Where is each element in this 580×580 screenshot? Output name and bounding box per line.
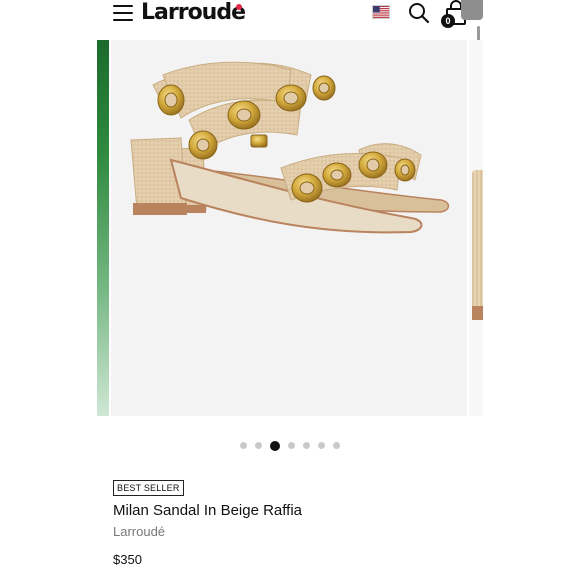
pagination-dot[interactable] bbox=[303, 442, 310, 450]
next-slide-shoe bbox=[472, 170, 483, 320]
search-icon[interactable] bbox=[408, 2, 430, 24]
product-price: $350 bbox=[113, 552, 142, 567]
header-grey-tab bbox=[461, 0, 483, 20]
best-seller-badge: BEST SELLER bbox=[113, 480, 184, 496]
menu-icon[interactable] bbox=[113, 5, 133, 23]
previous-slide-peek[interactable] bbox=[97, 40, 109, 416]
product-image-gallery[interactable] bbox=[97, 40, 483, 416]
us-flag-icon[interactable] bbox=[372, 5, 390, 19]
pagination-dot[interactable] bbox=[318, 442, 325, 450]
product-image[interactable] bbox=[111, 40, 467, 416]
pagination-dot[interactable] bbox=[240, 442, 247, 450]
product-brand[interactable]: Larroudé bbox=[113, 524, 165, 539]
product-page: Larroude 0 BEST SELLER Milan Sandal In B… bbox=[97, 0, 483, 580]
sandal-illustration bbox=[130, 61, 450, 234]
next-slide-sole bbox=[472, 306, 483, 320]
site-header: Larroude 0 bbox=[97, 0, 483, 112]
pagination-dot[interactable] bbox=[333, 442, 340, 450]
gallery-pagination bbox=[97, 437, 483, 451]
site-logo[interactable]: Larroude bbox=[141, 0, 246, 25]
pagination-dot[interactable] bbox=[255, 442, 262, 450]
cart-count-badge: 0 bbox=[441, 14, 455, 28]
product-title: Milan Sandal In Beige Raffia bbox=[113, 502, 303, 519]
pagination-dot-active[interactable] bbox=[270, 440, 280, 451]
pagination-dot[interactable] bbox=[288, 442, 295, 450]
logo-dot bbox=[236, 4, 242, 10]
